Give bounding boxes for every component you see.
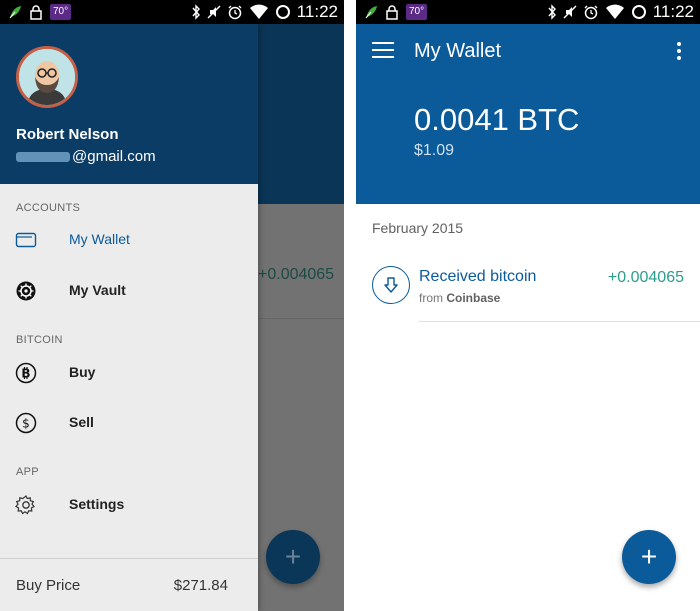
app-bar: My Wallet 0.0041 BTC $1.09 [356, 24, 700, 204]
received-icon [372, 266, 410, 304]
drawer-item-label: My Vault [69, 282, 126, 298]
drawer-item-label: Settings [69, 496, 125, 512]
buy-price-value: $271.84 [173, 577, 228, 594]
temperature-badge: 70° [50, 4, 72, 20]
navigation-drawer: Robert Nelson @gmail.com ACCOUNTS My Wal… [0, 24, 258, 611]
drawer-item-label: Sell [69, 414, 94, 430]
svg-text:$: $ [22, 417, 30, 431]
alarm-icon [583, 3, 599, 21]
leaf-icon [8, 3, 22, 21]
transaction-source: from Coinbase [419, 291, 500, 305]
bitcoin-icon: B [15, 362, 37, 384]
user-email: @gmail.com [16, 148, 156, 165]
drawer-item-buy[interactable]: B Buy [0, 349, 258, 397]
drawer-item-sell[interactable]: $ Sell [0, 399, 258, 447]
status-bar: 70° 11:22 [356, 0, 700, 24]
row-divider [419, 321, 700, 322]
lock-icon [386, 3, 398, 21]
drawer-item-my-vault[interactable]: My Vault [0, 267, 258, 315]
temperature-badge: 70° [406, 4, 428, 20]
transaction-amount: +0.004065 [607, 269, 684, 286]
gear-icon [15, 494, 37, 516]
dollar-icon: $ [15, 412, 37, 434]
add-button[interactable]: + [622, 530, 676, 584]
leaf-icon [364, 3, 378, 21]
section-label-app: APP [16, 466, 39, 478]
section-label-bitcoin: BITCOIN [16, 334, 63, 346]
drawer-item-my-wallet[interactable]: My Wallet [0, 216, 258, 264]
transaction-source-name: Coinbase [446, 291, 501, 305]
mute-icon [207, 3, 221, 21]
user-name: Robert Nelson [16, 126, 119, 143]
lock-icon [30, 3, 42, 21]
drawer-header: Robert Nelson @gmail.com [0, 24, 258, 184]
bluetooth-icon [191, 3, 201, 21]
mute-icon [563, 3, 577, 21]
balance-btc: 0.0041 BTC [414, 102, 580, 137]
battery-ring-icon [631, 3, 647, 21]
left-screen: +0.004065 + 70° 11:22 Robert Nelson @gma… [0, 0, 344, 611]
section-label-accounts: ACCOUNTS [16, 202, 81, 214]
email-redaction [16, 151, 70, 162]
wallet-icon [15, 229, 37, 251]
alarm-icon [227, 3, 243, 21]
dimmed-add-button: + [266, 530, 320, 584]
more-options-icon[interactable] [676, 42, 682, 60]
dimmed-divider [258, 318, 344, 319]
buy-price-footer: Buy Price $271.84 [0, 558, 258, 611]
wifi-icon [249, 3, 269, 21]
month-header: February 2015 [372, 220, 464, 236]
menu-icon[interactable] [372, 42, 394, 60]
avatar[interactable] [16, 46, 78, 108]
user-email-domain: @gmail.com [72, 148, 156, 165]
page-title: My Wallet [414, 40, 502, 62]
bluetooth-icon [547, 3, 557, 21]
wifi-icon [605, 3, 625, 21]
transaction-row[interactable]: Received bitcoin from Coinbase +0.004065 [356, 250, 700, 322]
transaction-title: Received bitcoin [419, 268, 537, 285]
clock: 11:22 [652, 2, 694, 21]
status-bar: 70° 11:22 [0, 0, 344, 24]
buy-price-label: Buy Price [16, 577, 81, 594]
drawer-item-label: My Wallet [69, 231, 130, 247]
dimmed-transaction-amount: +0.004065 [258, 266, 335, 283]
clock: 11:22 [296, 2, 338, 21]
svg-text:B: B [21, 367, 30, 381]
drawer-item-settings[interactable]: Settings [0, 481, 258, 529]
battery-ring-icon [275, 3, 291, 21]
right-screen: 70° 11:22 My Wallet 0.0041 BTC $1.09 Feb… [356, 0, 700, 611]
vault-icon [15, 280, 37, 302]
transaction-source-prefix: from [419, 291, 447, 305]
drawer-item-label: Buy [69, 364, 96, 380]
balance-usd: $1.09 [414, 142, 455, 159]
